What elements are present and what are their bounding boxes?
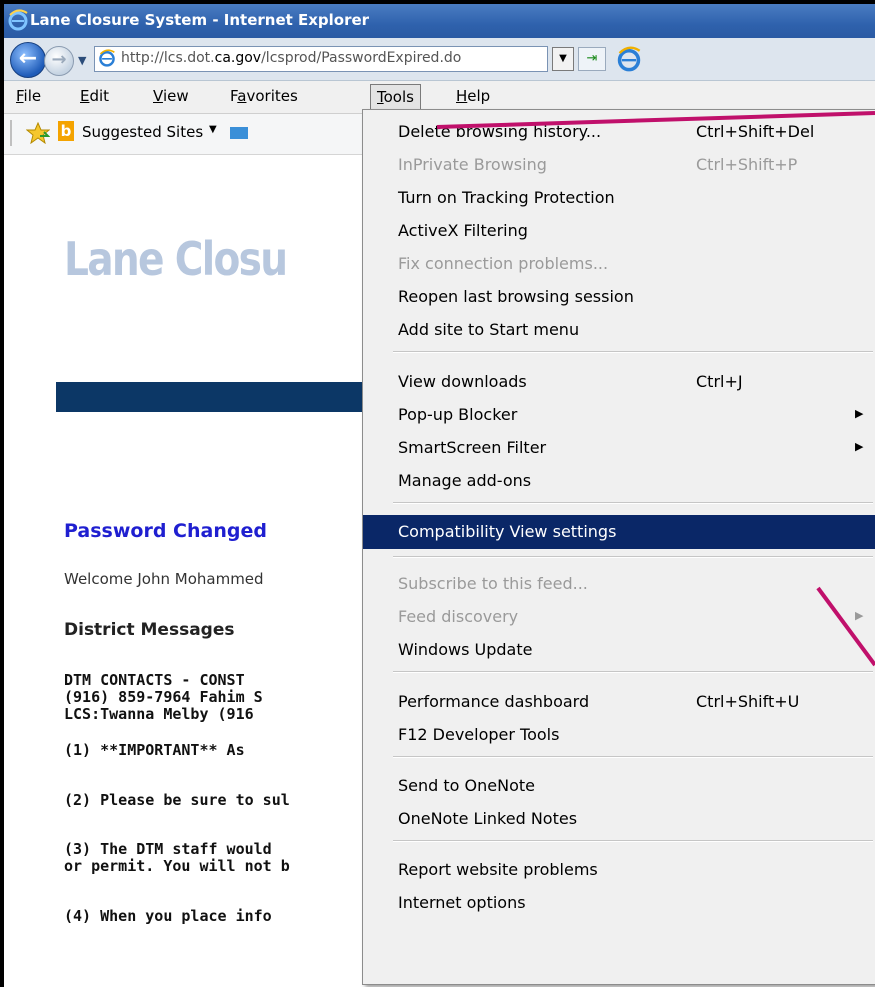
annotation-line-tools (436, 111, 875, 129)
annotation-lines (436, 111, 875, 667)
annotation-line-compatibility (816, 586, 875, 667)
